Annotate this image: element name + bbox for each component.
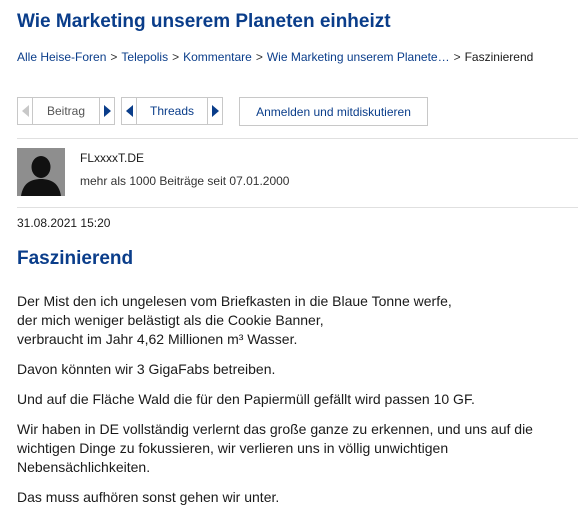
post-navigation: Beitrag: [17, 97, 115, 125]
post-line: Davon könnten wir 3 GigaFabs betreiben.: [17, 361, 276, 377]
divider: [17, 138, 578, 139]
post-date: 31.08.2021 15:20: [17, 216, 111, 230]
next-thread-button[interactable]: [207, 97, 223, 125]
arrow-right-icon: [211, 105, 219, 117]
page-title: Wie Marketing unserem Planeten einheizt: [17, 11, 391, 32]
post-line: Nebensächlichkeiten.: [17, 459, 151, 475]
arrow-left-icon: [21, 105, 29, 117]
breadcrumb-link-telepolis[interactable]: Telepolis: [121, 50, 168, 64]
divider: [17, 207, 578, 208]
post-paragraph: Das muss aufhören sonst gehen wir unter.: [17, 488, 577, 507]
arrow-right-icon: [103, 105, 111, 117]
post-line: wichtigen Dinge zu fokussieren, wir verl…: [17, 440, 449, 456]
post-line: der mich weniger belästigt als die Cooki…: [17, 312, 324, 328]
post-paragraph: Der Mist den ich ungelesen vom Briefkast…: [17, 292, 577, 349]
breadcrumb-current: Faszinierend: [464, 50, 534, 64]
login-to-discuss-button[interactable]: Anmelden und mitdiskutieren: [239, 97, 428, 126]
post-paragraph: Und auf die Fläche Wald die für den Papi…: [17, 390, 577, 409]
next-post-button[interactable]: [99, 97, 115, 125]
post-paragraph: Wir haben in DE vollständig verlernt das…: [17, 420, 577, 477]
post-title: Faszinierend: [17, 248, 134, 269]
threads-label[interactable]: Threads: [137, 97, 207, 125]
breadcrumb-separator: >: [172, 50, 180, 64]
author-stats: mehr als 1000 Beiträge seit 07.01.2000: [80, 174, 290, 188]
breadcrumb: Alle Heise-Foren > Telepolis > Kommentare > Wi…: [17, 50, 533, 64]
post-paragraph: Davon könnten wir 3 GigaFabs betreiben.: [17, 360, 577, 379]
post-body: Der Mist den ich ungelesen vom Briefkast…: [17, 292, 577, 512]
user-silhouette-icon: [17, 148, 65, 196]
previous-thread-button[interactable]: [121, 97, 137, 125]
breadcrumb-separator: >: [453, 50, 461, 64]
arrow-left-icon: [125, 105, 133, 117]
avatar: [17, 148, 65, 196]
breadcrumb-link-kommentare[interactable]: Kommentare: [183, 50, 252, 64]
author-name[interactable]: FLxxxxT.DE: [80, 151, 144, 165]
previous-post-button[interactable]: [17, 97, 33, 125]
breadcrumb-separator: >: [110, 50, 118, 64]
thread-navigation: Threads: [121, 97, 223, 125]
breadcrumb-link-article[interactable]: Wie Marketing unserem Planete…: [267, 50, 450, 64]
breadcrumb-separator: >: [255, 50, 263, 64]
forum-post-page: Wie Marketing unserem Planeten einheizt …: [0, 0, 578, 512]
post-line: verbraucht im Jahr 4,62 Millionen m³ Was…: [17, 331, 298, 347]
breadcrumb-link-all-forums[interactable]: Alle Heise-Foren: [17, 50, 106, 64]
post-line: Wir haben in DE vollständig verlernt das…: [17, 421, 533, 437]
post-line: Und auf die Fläche Wald die für den Papi…: [17, 391, 475, 407]
post-line: Der Mist den ich ungelesen vom Briefkast…: [17, 293, 452, 309]
post-label: Beitrag: [33, 97, 99, 125]
post-line: Das muss aufhören sonst gehen wir unter.: [17, 489, 280, 505]
